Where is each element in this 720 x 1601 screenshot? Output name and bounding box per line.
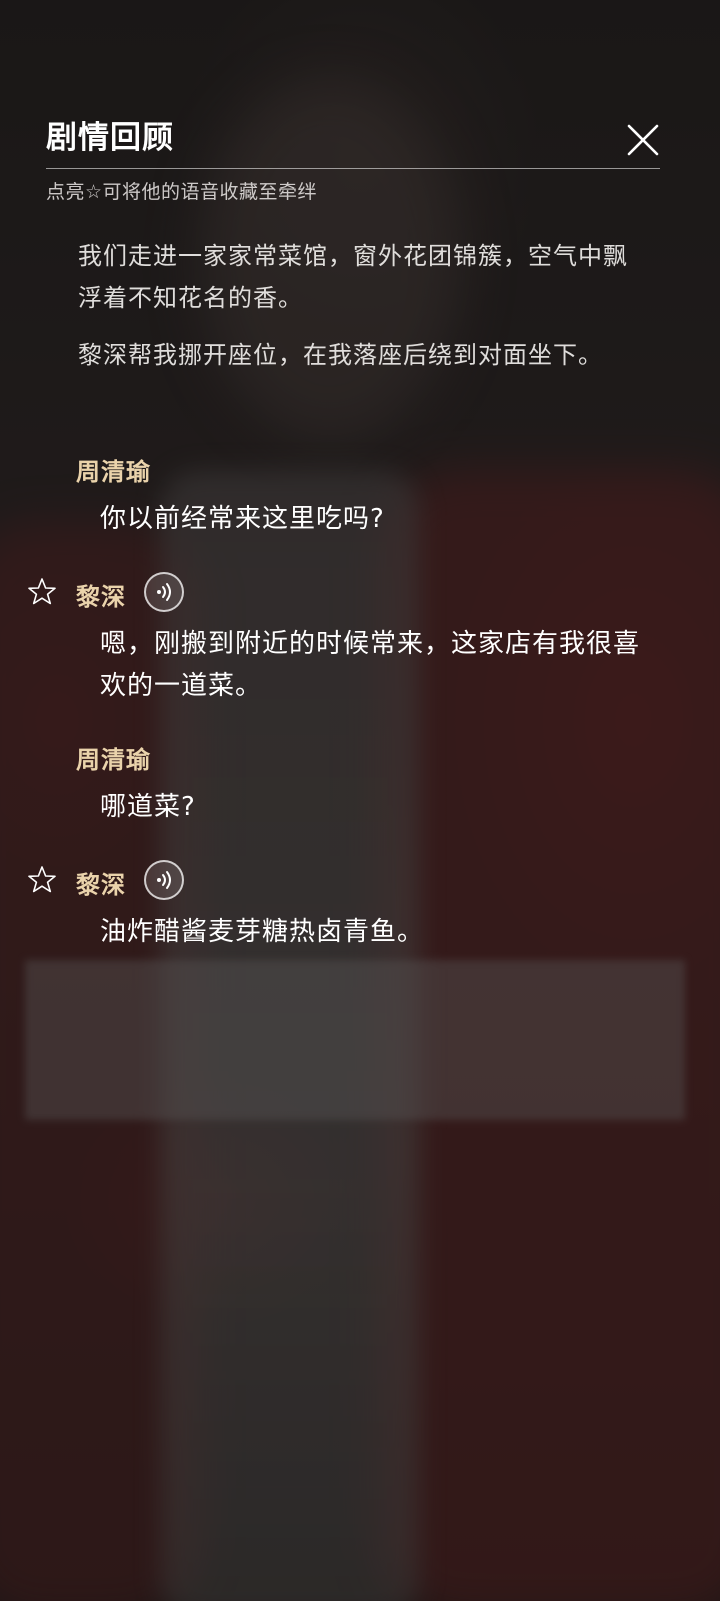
favorite-voice-button[interactable]: [26, 576, 58, 608]
narration-paragraph: 我们走进一家家常菜馆，窗外花团锦簇，空气中飘浮着不知花名的香。: [78, 242, 628, 312]
star-outline-icon: [28, 578, 56, 605]
story-review-panel: 剧情回顾 点亮☆可将他的语音收藏至牵绊 我们走进一家家常菜馆，窗外花团锦簇，空气…: [0, 0, 720, 1601]
speaker-name: 黎深: [76, 870, 126, 899]
header-divider: [46, 168, 660, 169]
favorite-hint-text: 点亮☆可将他的语音收藏至牵绊: [46, 181, 318, 203]
dialogue-line: 油炸醋酱麦芽糖热卤青鱼。: [100, 917, 425, 947]
speaker-name: 周清瑜: [76, 457, 151, 486]
voice-play-icon: [157, 871, 171, 889]
close-icon: [627, 124, 659, 156]
dialogue-line: 嗯，刚搬到附近的时候常来，这家店有我很喜欢的一道菜。: [100, 629, 641, 701]
voice-play-button[interactable]: [144, 860, 184, 900]
speaker-name: 黎深: [76, 582, 126, 611]
page-title: 剧情回顾: [46, 120, 174, 156]
speaker-name: 周清瑜: [76, 745, 151, 774]
dialogue-line: 哪道菜?: [100, 792, 196, 822]
narration-paragraph: 黎深帮我挪开座位，在我落座后绕到对面坐下。: [78, 341, 603, 369]
voice-play-button[interactable]: [144, 572, 184, 612]
favorite-voice-button[interactable]: [26, 864, 58, 896]
dialogue-line: 你以前经常来这里吃吗?: [100, 504, 385, 534]
close-button[interactable]: [620, 118, 664, 162]
star-outline-icon: [28, 866, 56, 893]
voice-play-icon: [157, 583, 171, 601]
